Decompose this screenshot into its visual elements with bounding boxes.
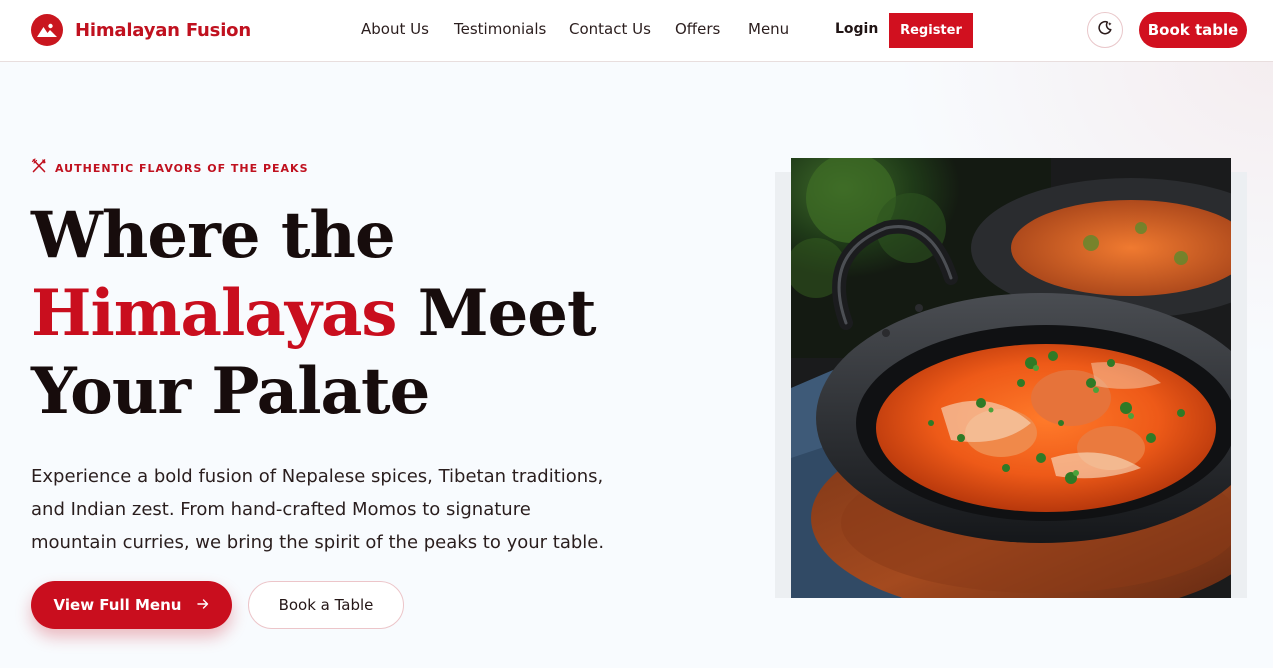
hero-food-image xyxy=(791,158,1231,598)
nav-item-about-us[interactable]: About Us xyxy=(361,20,429,38)
register-button[interactable]: Register xyxy=(889,13,973,48)
hero-title-line1: Where the xyxy=(31,198,396,273)
book-a-table-button[interactable]: Book a Table xyxy=(248,581,404,629)
view-full-menu-button[interactable]: View Full Menu xyxy=(31,581,232,629)
nav-item-contact-us[interactable]: Contact Us xyxy=(569,20,651,38)
nav-item-offers[interactable]: Offers xyxy=(675,20,720,38)
mountain-logo-icon xyxy=(31,14,63,46)
hero-title-line2-rest: Meet xyxy=(396,276,597,351)
login-link[interactable]: Login xyxy=(835,21,878,37)
hero-eyebrow: AUTHENTIC FLAVORS OF THE PEAKS xyxy=(31,158,309,178)
view-full-menu-label: View Full Menu xyxy=(53,596,182,614)
book-table-header-button[interactable]: Book table xyxy=(1139,12,1247,48)
arrow-right-icon xyxy=(197,596,209,614)
nav-item-testimonials[interactable]: Testimonials xyxy=(454,20,546,38)
nav-item-menu[interactable]: Menu xyxy=(748,20,789,38)
moon-icon xyxy=(1097,20,1113,40)
site-header: Himalayan Fusion About Us Testimonials C… xyxy=(0,0,1273,62)
hero-eyebrow-text: AUTHENTIC FLAVORS OF THE PEAKS xyxy=(55,161,309,175)
brand[interactable]: Himalayan Fusion xyxy=(31,14,251,46)
hero-title-accent: Himalayas xyxy=(31,276,397,351)
utensils-crossed-icon xyxy=(31,158,47,178)
theme-toggle-button[interactable] xyxy=(1087,12,1123,48)
hero-description: Experience a bold fusion of Nepalese spi… xyxy=(31,466,605,553)
brand-name: Himalayan Fusion xyxy=(75,19,251,41)
hero-title: Where the Himalayas Meet Your Palate xyxy=(31,197,671,431)
hero-title-line3: Your Palate xyxy=(31,354,430,429)
